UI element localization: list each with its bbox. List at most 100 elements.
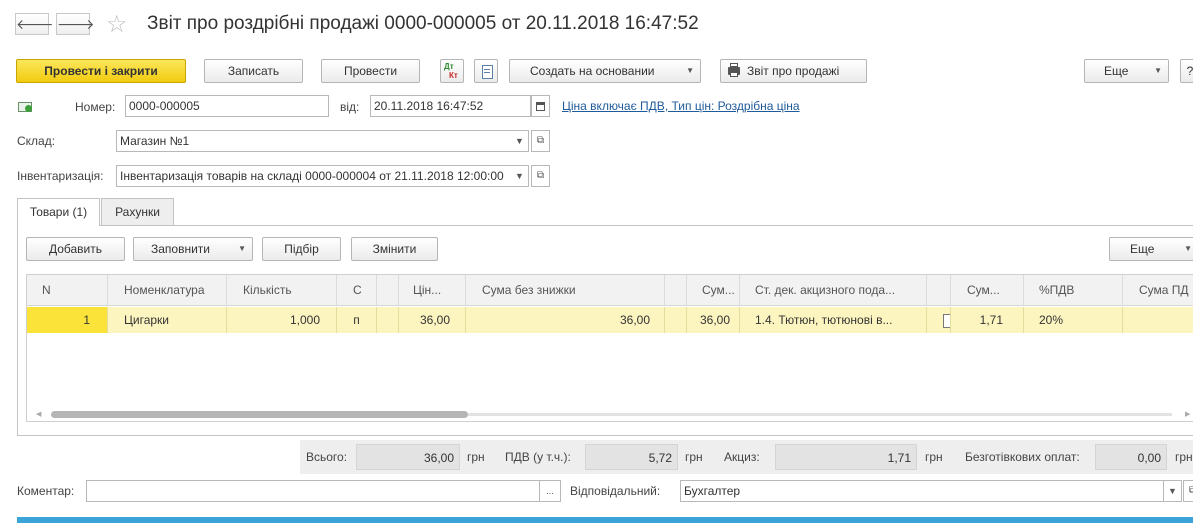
table-header: N Номенклатура Кількість С Цін... Сума б… (27, 275, 1193, 306)
scrollbar-thumb[interactable] (51, 411, 468, 418)
save-button[interactable]: Записать (204, 59, 303, 83)
chevron-down-icon: ▼ (238, 244, 246, 253)
vat-currency: грн (685, 450, 703, 464)
table-more-button[interactable]: Еще ▼ (1109, 237, 1193, 261)
noncash-label: Безготівкових оплат: (965, 450, 1080, 464)
favorite-star-icon[interactable]: ☆ (106, 10, 128, 39)
chevron-down-icon: ▼ (1154, 66, 1162, 75)
column-header-unit[interactable]: С (337, 275, 377, 306)
checkbox-icon (943, 314, 950, 328)
scroll-right-icon[interactable]: ▶ (1185, 410, 1190, 418)
select-items-button[interactable]: Підбір (262, 237, 341, 261)
document-icon (482, 65, 493, 79)
inventory-field[interactable]: Інвентаризація товарів на складі 0000-00… (116, 165, 512, 187)
cell-vat-sum[interactable] (1123, 307, 1193, 333)
column-header-empty-3[interactable] (927, 275, 951, 306)
cell-checkbox-excise[interactable] (927, 307, 951, 333)
change-button[interactable]: Змінити (351, 237, 438, 261)
create-based-on-label: Создать на основании (530, 64, 655, 78)
cell-excise-declaration[interactable]: 1.4. Тютюн, тютюнові в... (740, 307, 927, 333)
inventory-label: Інвентаризація: (17, 169, 104, 183)
cell-empty-2[interactable] (665, 307, 687, 333)
tab-goods[interactable]: Товари (1) (17, 198, 100, 226)
cell-unit[interactable]: п (337, 307, 377, 333)
column-header-vat-rate[interactable]: %ПДВ (1024, 275, 1123, 306)
warehouse-label: Склад: (17, 134, 56, 148)
document-print-icon-button[interactable] (474, 59, 498, 83)
calendar-icon (536, 102, 545, 112)
column-header-vat-sum[interactable]: Сума ПД (1123, 275, 1193, 306)
vat-label: ПДВ (у т.ч.): (505, 450, 571, 464)
add-row-button[interactable]: Добавить (26, 237, 125, 261)
warehouse-field[interactable]: Магазин №1 (116, 130, 512, 152)
cell-sum[interactable]: 36,00 (687, 307, 740, 333)
cell-price[interactable]: 36,00 (399, 307, 466, 333)
cell-excise-sum[interactable]: 1,71 (951, 307, 1024, 333)
arrow-right-icon: 🡒 (57, 16, 95, 32)
responsible-field[interactable]: Бухгалтер (680, 480, 1164, 502)
comment-edit-button[interactable]: ... (540, 480, 561, 502)
horizontal-scrollbar[interactable]: ◀ ▶ (27, 406, 1193, 421)
responsible-open-button[interactable]: ⧉ (1183, 480, 1193, 502)
table-row[interactable]: 1 Цигарки 1,000 п 36,00 36,00 36,00 1.4.… (27, 307, 1193, 333)
excise-value: 1,71 (775, 444, 917, 470)
responsible-dropdown-button[interactable]: ▼ (1164, 480, 1182, 502)
column-header-n[interactable]: N (27, 275, 108, 306)
column-header-sum-no-discount[interactable]: Сума без знижки (466, 275, 665, 306)
column-header-empty-1[interactable] (377, 275, 399, 306)
column-header-price[interactable]: Цін... (399, 275, 466, 306)
dt-kt-icon: Дт Кт (444, 62, 458, 80)
cell-nomenclature[interactable]: Цигарки (108, 307, 227, 333)
column-header-quantity[interactable]: Кількість (227, 275, 337, 306)
fill-label: Заповнити (151, 242, 210, 256)
page-title: Звіт про роздрібні продажі 0000-000005 о… (147, 13, 699, 34)
help-button[interactable]: ? (1180, 59, 1193, 83)
total-label: Всього: (306, 450, 348, 464)
cell-n[interactable]: 1 (27, 307, 108, 333)
scroll-left-icon[interactable]: ◀ (36, 410, 41, 418)
date-field[interactable]: 20.11.2018 16:47:52 (370, 95, 531, 117)
excise-label: Акциз: (724, 450, 760, 464)
column-header-sum[interactable]: Сум... (687, 275, 740, 306)
calendar-button[interactable] (531, 95, 550, 117)
total-value: 36,00 (356, 444, 460, 470)
more-button[interactable]: Еще ▼ (1084, 59, 1169, 83)
cell-vat-rate[interactable]: 20% (1024, 307, 1123, 333)
column-header-nomenclature[interactable]: Номенклатура (108, 275, 227, 306)
more-label: Еще (1104, 64, 1129, 78)
chevron-down-icon: ▼ (515, 136, 524, 146)
number-field[interactable]: 0000-000005 (125, 95, 329, 117)
ellipsis-icon: ... (546, 486, 554, 496)
back-button[interactable]: 🡐 (15, 13, 54, 35)
open-window-icon: ⧉ (1188, 485, 1193, 496)
tab-accounts[interactable]: Рахунки (101, 198, 174, 225)
warehouse-open-button[interactable]: ⧉ (531, 130, 550, 152)
cell-quantity[interactable]: 1,000 (227, 307, 337, 333)
forward-button[interactable]: 🡒 (56, 13, 95, 35)
create-based-on-button[interactable]: Создать на основании ▼ (509, 59, 701, 83)
sales-report-button[interactable]: Звіт про продажі (720, 59, 867, 83)
chevron-down-icon: ▼ (1184, 244, 1192, 253)
number-label: Номер: (75, 100, 116, 114)
vat-value: 5,72 (585, 444, 678, 470)
post-button[interactable]: Провести (321, 59, 420, 83)
chevron-down-icon: ▼ (1168, 486, 1177, 496)
inventory-dropdown-button[interactable]: ▼ (511, 165, 529, 187)
warehouse-dropdown-button[interactable]: ▼ (511, 130, 529, 152)
column-header-empty-2[interactable] (665, 275, 687, 306)
goods-tab-panel: Добавить Заповнити ▼ Підбір Змінити Еще … (17, 225, 1193, 436)
price-settings-link[interactable]: Ціна включає ПДВ, Тип цін: Роздрібна цін… (562, 99, 800, 113)
inventory-open-button[interactable]: ⧉ (531, 165, 550, 187)
cell-sum-no-discount[interactable]: 36,00 (466, 307, 665, 333)
column-header-excise-sum[interactable]: Сум... (951, 275, 1024, 306)
total-currency: грн (467, 450, 485, 464)
post-and-close-button[interactable]: Провести і закрити (16, 59, 186, 83)
fill-button[interactable]: Заповнити ▼ (133, 237, 253, 261)
comment-field[interactable] (86, 480, 540, 502)
noncash-currency: грн (1175, 450, 1193, 464)
column-header-excise-declaration[interactable]: Ст. дек. акцизного пода... (740, 275, 927, 306)
date-label: від: (340, 100, 360, 114)
cell-empty-1[interactable] (377, 307, 399, 333)
responsible-label: Відповідальний: (570, 484, 661, 498)
dt-kt-button[interactable]: Дт Кт (440, 59, 464, 83)
